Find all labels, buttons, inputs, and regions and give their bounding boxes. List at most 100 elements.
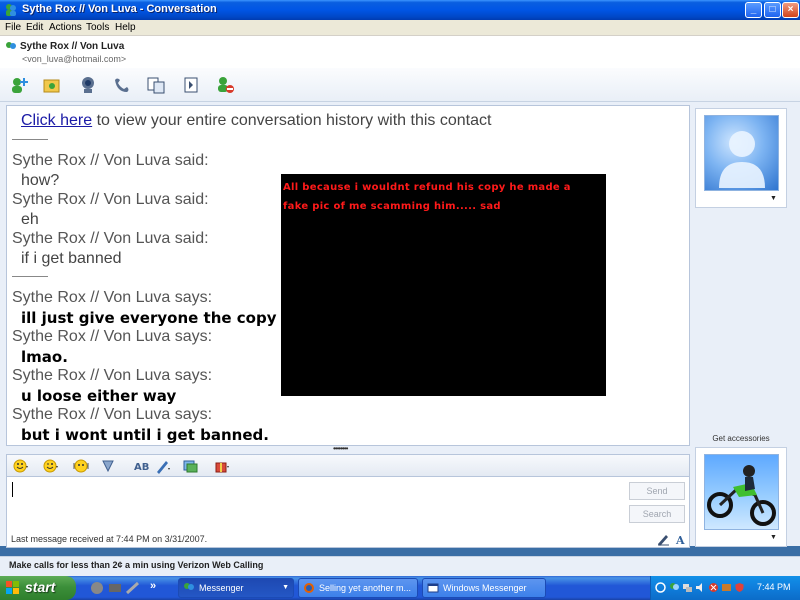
window-title: Sythe Rox // Von Luva - Conversation xyxy=(22,3,217,15)
handwriting-icon[interactable] xyxy=(155,458,171,474)
contact-name: Sythe Rox // Von Luva xyxy=(20,41,125,52)
gift-icon[interactable] xyxy=(215,458,231,474)
my-avatar[interactable] xyxy=(704,454,779,530)
font-icon[interactable]: AB xyxy=(133,458,149,474)
firefox-icon xyxy=(304,583,314,593)
invite-contact-icon[interactable] xyxy=(9,75,29,95)
message-sender: Sythe Rox // Von Luva says: xyxy=(12,289,213,306)
motocross-picture xyxy=(707,465,776,526)
status-line: Last message received at 7:44 PM on 3/31… xyxy=(6,532,690,548)
quicklaunch-overflow-icon[interactable]: » xyxy=(150,580,156,592)
message-sender: Sythe Rox // Von Luva says: xyxy=(12,328,213,345)
send-files-icon[interactable] xyxy=(42,75,62,95)
contact-email: <von_luva@hotmail.com> xyxy=(22,54,127,64)
contact-display-picture[interactable]: ▼ xyxy=(695,108,787,208)
messenger-tray-icon[interactable] xyxy=(669,582,680,593)
message-text: but i wont until i get banned. xyxy=(21,426,269,444)
history-separator xyxy=(12,276,48,277)
default-avatar-icon xyxy=(719,131,765,188)
voice-clip-icon[interactable] xyxy=(100,458,116,474)
shield-icon[interactable] xyxy=(734,582,745,593)
message-sender: Sythe Rox // Von Luva said: xyxy=(12,191,209,208)
message-sender: Sythe Rox // Von Luva said: xyxy=(12,152,209,169)
task-label: Selling yet another m... xyxy=(319,583,412,593)
my-display-picture[interactable]: ▼ xyxy=(695,447,787,547)
task-label: Windows Messenger xyxy=(443,583,527,593)
get-accessories-link[interactable]: Get accessories xyxy=(695,434,787,443)
message-text: ill just give everyone the copy xyxy=(21,309,277,327)
message-input[interactable]: Send Search xyxy=(6,476,690,536)
message-sender: Sythe Rox // Von Luva says: xyxy=(12,406,213,423)
format-toolbar: AB xyxy=(6,454,690,476)
text-caret xyxy=(12,482,13,497)
taskbar: start » Messenger ▼ Selling yet another … xyxy=(0,576,800,600)
ad-link[interactable]: Make calls for less than 2¢ a min using … xyxy=(9,560,263,570)
svg-text:AB: AB xyxy=(134,462,149,473)
emoticon-icon[interactable] xyxy=(13,458,29,474)
menu-help[interactable]: Help xyxy=(115,22,136,33)
taskbar-item-browser[interactable]: Selling yet another m... xyxy=(298,578,418,598)
history-separator xyxy=(12,139,48,140)
security-alert-icon[interactable] xyxy=(708,582,719,593)
task-label: Messenger xyxy=(199,583,244,593)
send-button[interactable]: Send xyxy=(629,482,685,500)
view-history-link[interactable]: Click here xyxy=(21,112,92,129)
clock[interactable]: 7:44 PM xyxy=(757,582,791,592)
history-link-line: Click here to view your entire conversat… xyxy=(21,112,491,130)
call-icon[interactable] xyxy=(112,75,132,95)
chevron-down-icon[interactable]: ▼ xyxy=(770,195,777,202)
maximize-button[interactable]: □ xyxy=(764,2,781,18)
annotation-overlay: All because i wouldnt refund his copy he… xyxy=(281,174,606,396)
start-button[interactable]: start xyxy=(0,576,76,600)
minimize-button[interactable]: _ xyxy=(745,2,762,18)
quicklaunch-icon[interactable] xyxy=(108,581,122,595)
message-sender: Sythe Rox // Von Luva said: xyxy=(12,230,209,247)
network-icon[interactable] xyxy=(682,582,693,593)
quicklaunch-icon[interactable] xyxy=(126,581,140,595)
search-button[interactable]: Search xyxy=(629,505,685,523)
conversation-area: Click here to view your entire conversat… xyxy=(0,102,800,548)
title-bar[interactable]: Sythe Rox // Von Luva - Conversation _ □… xyxy=(0,0,800,20)
wink-icon[interactable] xyxy=(43,458,59,474)
message-text: if i get banned xyxy=(21,250,122,267)
menu-edit[interactable]: Edit xyxy=(26,22,43,33)
taskbar-item-windows-messenger[interactable]: Windows Messenger xyxy=(422,578,546,598)
conversation-history[interactable]: Click here to view your entire conversat… xyxy=(6,105,690,446)
menu-tools[interactable]: Tools xyxy=(86,22,109,33)
online-status-icon xyxy=(6,42,16,49)
windows-flag-icon xyxy=(6,581,19,594)
splitter-grip[interactable]: •••••••• xyxy=(333,445,348,453)
nudge-icon[interactable] xyxy=(73,458,89,474)
volume-icon[interactable] xyxy=(695,582,706,593)
message-text: lmao. xyxy=(21,348,68,366)
system-tray: 7:44 PM xyxy=(650,576,800,600)
start-label: start xyxy=(25,579,56,595)
chevron-down-icon: ▼ xyxy=(282,584,289,591)
handwrite-mode-icon[interactable] xyxy=(657,533,670,546)
last-message-status: Last message received at 7:44 PM on 3/31… xyxy=(11,534,208,544)
activities-icon[interactable] xyxy=(146,75,166,95)
svg-text:A: A xyxy=(675,534,685,546)
close-button[interactable]: × xyxy=(782,2,799,18)
toolbar xyxy=(0,68,800,102)
menu-file[interactable]: File xyxy=(5,22,21,33)
message-text: eh xyxy=(21,211,39,228)
contact-avatar[interactable] xyxy=(704,115,779,191)
quicklaunch-icon[interactable] xyxy=(90,581,104,595)
messenger-icon xyxy=(184,583,194,590)
window-icon xyxy=(427,583,439,593)
chevron-down-icon[interactable]: ▼ xyxy=(770,534,777,541)
games-icon[interactable] xyxy=(182,75,202,95)
block-icon[interactable] xyxy=(215,75,235,95)
webcam-icon[interactable] xyxy=(78,75,98,95)
tray-icon[interactable] xyxy=(655,582,666,593)
taskbar-item-messenger[interactable]: Messenger ▼ xyxy=(178,578,294,598)
message-text: how? xyxy=(21,172,60,189)
menu-actions[interactable]: Actions xyxy=(49,22,82,33)
type-mode-icon[interactable]: A xyxy=(675,533,688,546)
background-icon[interactable] xyxy=(183,458,199,474)
messenger-icon xyxy=(6,4,16,16)
pane-splitter[interactable]: •••••••• xyxy=(6,445,690,453)
ad-banner: Make calls for less than 2¢ a min using … xyxy=(0,556,800,576)
tray-icon[interactable] xyxy=(721,582,732,593)
